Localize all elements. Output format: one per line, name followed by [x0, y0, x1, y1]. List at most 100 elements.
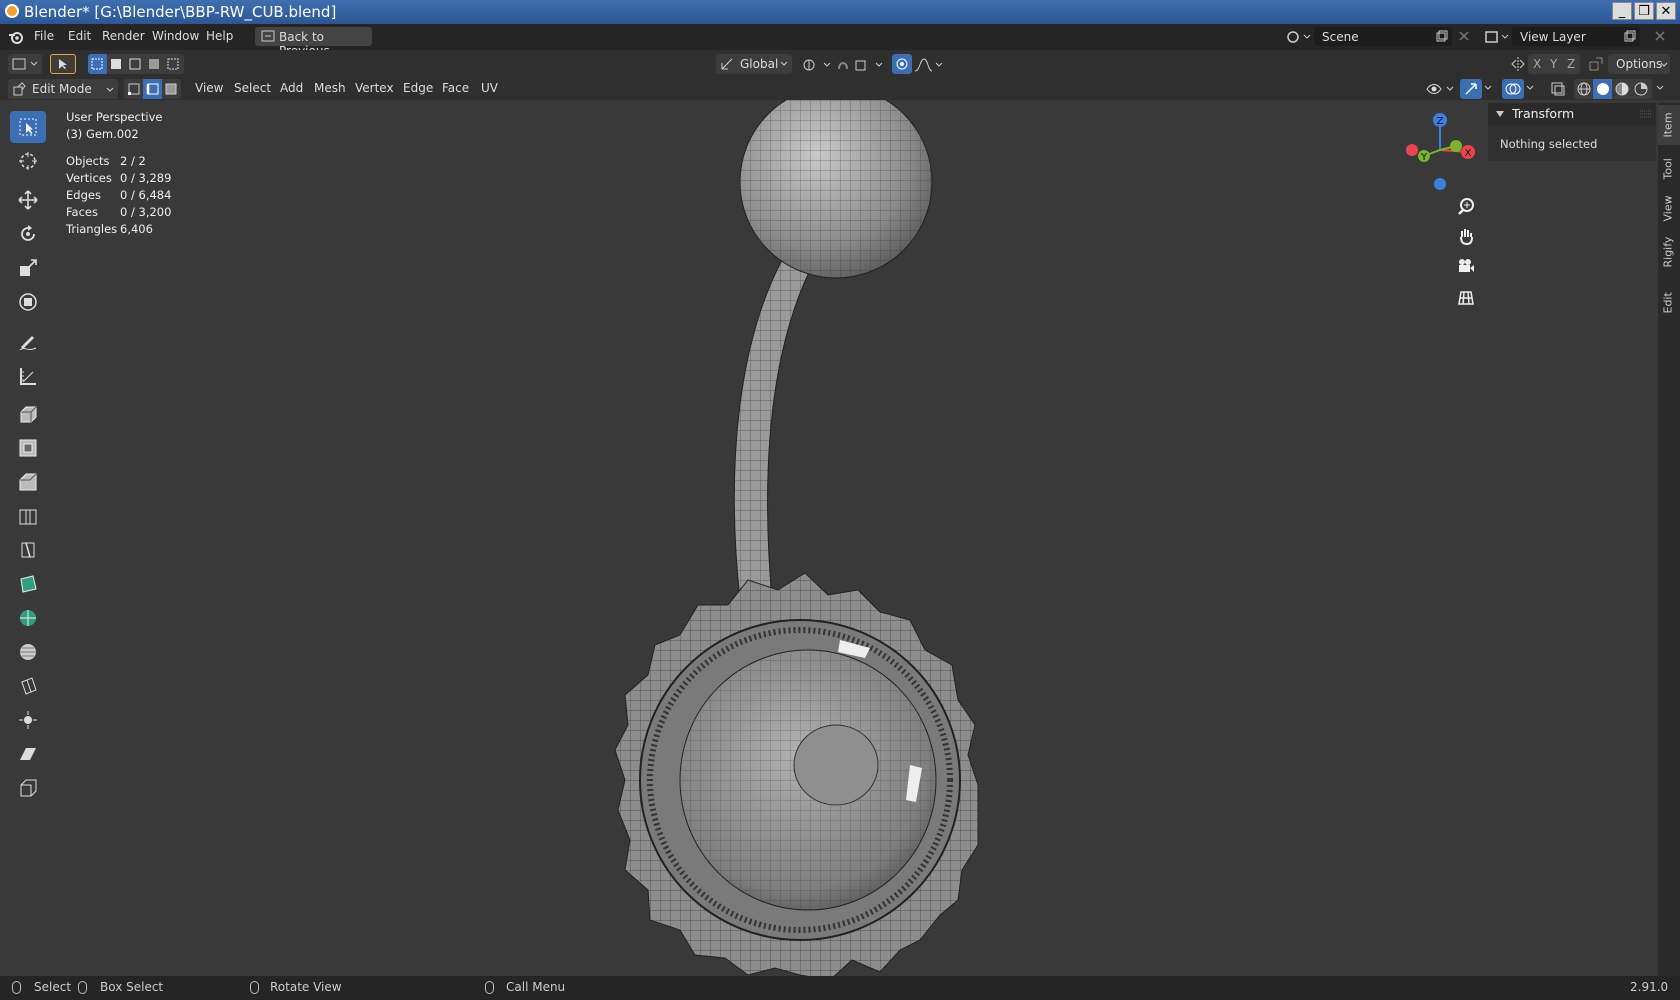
view-layer-field[interactable]: View Layer — [1512, 27, 1640, 46]
delete-view-layer-icon[interactable] — [1654, 30, 1666, 42]
visibility-icon[interactable] — [1426, 81, 1456, 97]
menu-face[interactable]: Face — [442, 81, 469, 95]
transform-icon — [19, 293, 37, 311]
poly-build-icon — [20, 575, 37, 593]
active-tool-button[interactable] — [50, 54, 76, 74]
pan-view-button[interactable] — [1452, 222, 1480, 250]
gizmo-toggle[interactable] — [1460, 79, 1482, 99]
edge-slide-tool[interactable] — [10, 670, 46, 702]
new-view-layer-icon[interactable] — [1624, 30, 1636, 42]
menu-window[interactable]: Window — [152, 29, 199, 43]
menu-help[interactable]: Help — [206, 29, 233, 43]
face-select-icon[interactable] — [164, 82, 178, 96]
options-dropdown[interactable]: Options — [1608, 54, 1670, 74]
blender-logo-icon[interactable] — [8, 29, 24, 45]
pivot-point-icon[interactable] — [802, 58, 832, 72]
blender-app-icon — [5, 4, 19, 18]
editor-type-dropdown[interactable] — [8, 54, 42, 74]
rendered-shading-icon[interactable] — [1634, 82, 1648, 96]
restore-button[interactable]: ❐ — [1634, 2, 1654, 20]
scale-tool[interactable] — [10, 252, 46, 284]
mirror-axes-group: X Y Z — [1528, 54, 1580, 74]
mouse-middle-icon — [78, 981, 87, 994]
camera-view-button[interactable] — [1452, 252, 1480, 280]
menu-edge[interactable]: Edge — [403, 81, 433, 95]
bevel-tool[interactable] — [10, 466, 46, 498]
new-scene-icon[interactable] — [1436, 30, 1448, 42]
menu-uv[interactable]: UV — [481, 81, 498, 95]
menu-vertex[interactable]: Vertex — [355, 81, 394, 95]
menu-render[interactable]: Render — [102, 29, 145, 43]
zoom-view-button[interactable] — [1452, 192, 1480, 220]
shear-tool[interactable] — [10, 738, 46, 770]
measure-tool[interactable] — [10, 360, 46, 392]
interaction-mode-dropdown[interactable]: Edit Mode — [8, 79, 118, 99]
scene-name-field[interactable]: Scene — [1314, 27, 1452, 46]
overlays-toggle[interactable] — [1502, 79, 1524, 99]
auto-merge-icon[interactable] — [1588, 56, 1604, 72]
scene-name-value: Scene — [1322, 30, 1359, 44]
snap-icon[interactable] — [836, 58, 886, 72]
solid-shading-button[interactable] — [1593, 79, 1612, 99]
minimize-button[interactable]: _ — [1612, 2, 1632, 20]
vertex-select-icon[interactable] — [127, 82, 141, 96]
tab-rigify[interactable]: Rigify — [1658, 237, 1678, 268]
chevron-down-icon[interactable] — [1484, 85, 1492, 91]
select-box-tool[interactable] — [10, 111, 46, 143]
menu-edit[interactable]: Edit — [68, 29, 91, 43]
wireframe-shading-icon[interactable] — [1577, 82, 1591, 96]
chevron-down-icon — [780, 61, 788, 66]
mirror-z-toggle[interactable]: Z — [1567, 57, 1575, 71]
smooth-tool[interactable] — [10, 636, 46, 668]
scale-icon — [20, 259, 37, 276]
material-preview-icon[interactable] — [1615, 82, 1629, 96]
spin-tool[interactable] — [10, 602, 46, 634]
proportional-editing-toggle[interactable] — [892, 54, 912, 74]
tab-item[interactable]: Item — [1658, 112, 1678, 137]
shrink-fatten-tool[interactable] — [10, 704, 46, 736]
tab-tool[interactable]: Tool — [1658, 158, 1678, 179]
poly-build-tool[interactable] — [10, 568, 46, 600]
rotate-tool[interactable] — [10, 218, 46, 250]
xray-toggle-icon[interactable] — [1550, 81, 1566, 97]
close-window-button[interactable]: ✕ — [1656, 2, 1676, 20]
menu-mesh[interactable]: Mesh — [314, 81, 346, 95]
chevron-down-icon[interactable] — [1656, 85, 1664, 91]
rip-region-tool[interactable] — [10, 772, 46, 804]
transform-orientation-dropdown[interactable]: Global — [716, 54, 792, 74]
delete-scene-icon[interactable] — [1458, 30, 1470, 42]
viewport-mesh-render[interactable] — [0, 100, 1650, 976]
falloff-icon[interactable] — [914, 58, 944, 72]
edge-select-button[interactable] — [143, 79, 162, 99]
chevron-down-icon[interactable] — [1526, 85, 1534, 91]
viewport-editor-icon — [12, 58, 38, 70]
shrink-fatten-icon — [19, 711, 37, 729]
menu-select[interactable]: Select — [234, 81, 271, 95]
transform-panel-header[interactable]: Transform — [1488, 103, 1656, 125]
ortho-toggle-button[interactable] — [1452, 284, 1480, 312]
transform-tool[interactable] — [10, 286, 46, 318]
mirror-y-toggle[interactable]: Y — [1550, 57, 1557, 71]
move-tool[interactable] — [10, 184, 46, 216]
back-to-previous-button[interactable]: Back to Previous — [255, 27, 372, 58]
extrude-region-tool[interactable] — [10, 398, 46, 430]
selection-modes-icons — [91, 58, 179, 70]
menu-view[interactable]: View — [195, 81, 223, 95]
mirror-x-toggle[interactable]: X — [1533, 57, 1541, 71]
loop-cut-tool[interactable] — [10, 500, 46, 532]
menu-file[interactable]: File — [34, 29, 54, 43]
tab-view[interactable]: View — [1658, 195, 1678, 221]
knife-tool[interactable] — [10, 534, 46, 566]
tab-edit[interactable]: Edit — [1658, 292, 1678, 313]
menu-add[interactable]: Add — [280, 81, 303, 95]
annotate-tool[interactable] — [10, 326, 46, 358]
mirror-icon[interactable] — [1510, 56, 1526, 72]
inset-faces-tool[interactable] — [10, 432, 46, 464]
scene-selector-icon[interactable] — [1286, 29, 1312, 45]
drag-handle-icon[interactable] — [1640, 110, 1652, 118]
navigation-gizmo[interactable]: Z Y X — [1398, 108, 1478, 190]
view-layer-selector-icon[interactable] — [1484, 29, 1510, 45]
cursor-tool[interactable] — [10, 145, 46, 177]
knife-icon — [21, 542, 35, 558]
gizmo-y-label: Y — [1420, 152, 1428, 163]
